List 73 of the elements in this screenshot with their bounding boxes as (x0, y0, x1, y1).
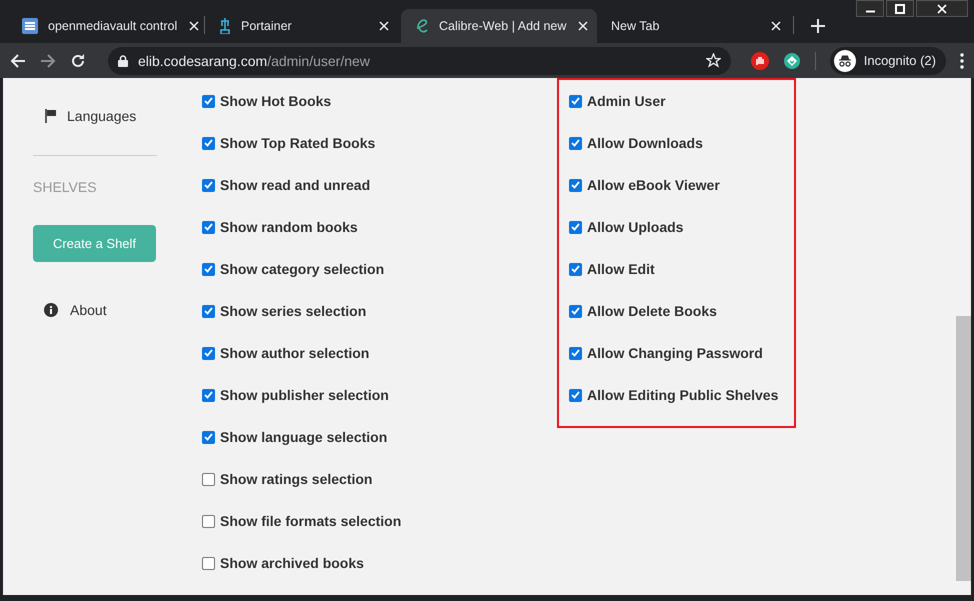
star-icon[interactable] (706, 53, 721, 68)
checkbox-label: Show Hot Books (220, 93, 332, 109)
flag-icon (45, 109, 57, 123)
checkbox-label: Allow Changing Password (587, 345, 763, 361)
checkbox-label: Admin User (587, 93, 666, 109)
checkbox-label: Show Top Rated Books (220, 135, 376, 151)
checkbox[interactable] (202, 304, 215, 318)
checkbox[interactable] (569, 262, 582, 276)
checkbox[interactable] (202, 430, 215, 444)
forward-icon[interactable] (40, 52, 56, 68)
sidebar-link[interactable]: Languages (67, 108, 136, 124)
extension-icon[interactable] (782, 52, 801, 70)
checkbox[interactable] (569, 220, 582, 234)
browser-tab[interactable]: openmediavault control (8, 9, 204, 43)
close-icon[interactable] (769, 19, 783, 33)
checkbox[interactable] (202, 556, 215, 570)
checkbox-label: Allow Delete Books (587, 303, 717, 319)
minimize-button[interactable] (856, 0, 884, 17)
info-icon (44, 303, 58, 317)
section-heading: SHELVES (33, 179, 98, 195)
menu-icon[interactable] (960, 52, 964, 68)
checkbox[interactable] (569, 388, 582, 402)
checkbox-label: Show read and unread (220, 177, 370, 193)
close-icon[interactable] (377, 19, 391, 33)
checkbox[interactable] (202, 262, 215, 276)
checkbox-label: Show file formats selection (220, 513, 402, 529)
profile-button[interactable]: Incognito (2) (830, 46, 946, 74)
sidebar-link[interactable]: About (70, 302, 107, 318)
checkbox[interactable] (202, 220, 215, 234)
checkbox[interactable] (202, 514, 215, 528)
minimize-icon (866, 10, 874, 13)
crane-icon (219, 18, 231, 34)
checkbox[interactable] (202, 346, 215, 360)
checkbox-label: Allow Edit (587, 261, 655, 277)
checkbox-label: Show author selection (220, 345, 370, 361)
maximize-icon (895, 4, 905, 14)
list-icon (22, 18, 38, 34)
checkbox-label: Allow Uploads (587, 219, 684, 235)
checkbox-label: Show random books (220, 219, 358, 235)
maximize-button[interactable] (886, 0, 914, 17)
letter-e-icon (415, 18, 429, 34)
checkbox-label: Show archived books (220, 555, 364, 571)
address-bar[interactable]: elib.codesarang.com/admin/user/new (108, 46, 731, 74)
checkbox-label: Allow Downloads (587, 135, 703, 151)
checkbox[interactable] (569, 136, 582, 150)
back-icon[interactable] (10, 52, 26, 68)
checkbox-label: Show category selection (220, 261, 384, 277)
checkbox[interactable] (202, 136, 215, 150)
close-icon (937, 4, 947, 14)
browser-tab[interactable]: Portainer (205, 9, 401, 43)
checkbox[interactable] (569, 304, 582, 318)
browser-tab[interactable]: New Tab (597, 9, 793, 43)
incognito-icon (834, 50, 856, 72)
lock-icon (118, 54, 128, 66)
checkbox-label: Show language selection (220, 429, 388, 445)
checkbox[interactable] (569, 346, 582, 360)
scrollbar-thumb[interactable] (956, 316, 971, 581)
checkbox[interactable] (202, 472, 215, 486)
close-icon[interactable] (576, 19, 590, 33)
browser-tab[interactable]: Calibre-Web | Add new (401, 9, 597, 43)
checkbox[interactable] (569, 178, 582, 192)
close-button[interactable] (916, 0, 968, 17)
close-icon[interactable] (187, 19, 202, 33)
checkbox[interactable] (202, 388, 215, 402)
checkbox-label: Show series selection (220, 303, 366, 319)
checkbox-label: Show ratings selection (220, 471, 372, 487)
checkbox-label: Allow eBook Viewer (587, 177, 720, 193)
checkbox[interactable] (202, 178, 215, 192)
reload-icon[interactable] (70, 52, 86, 68)
checkbox-label: Allow Editing Public Shelves (587, 387, 778, 403)
checkbox-label: Show publisher selection (220, 387, 389, 403)
checkbox[interactable] (569, 94, 582, 108)
checkbox[interactable] (202, 94, 215, 108)
